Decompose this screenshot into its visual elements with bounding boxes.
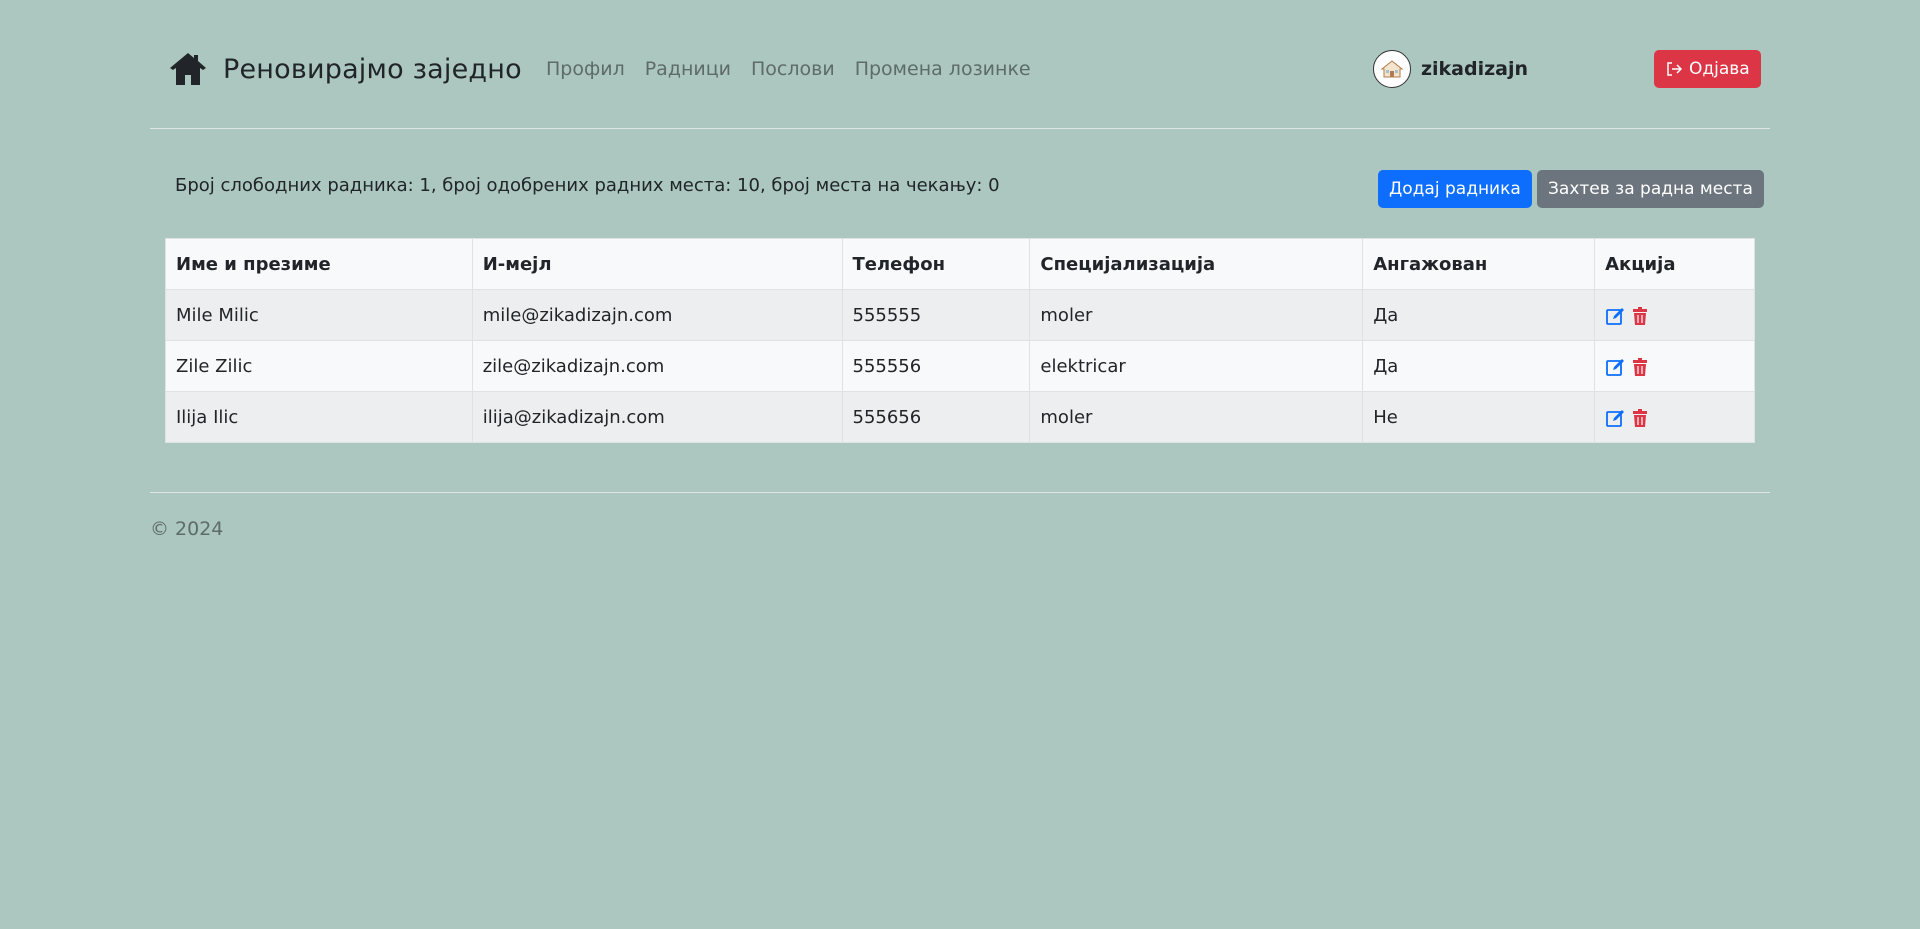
page-container: Реновирајмо заједно Профил Радници Посло… [150, 0, 1770, 540]
cell-email: ilija@zikadizajn.com [471, 391, 843, 443]
logout-label: Одјава [1689, 59, 1750, 79]
cell-specialization: elektricar [1029, 340, 1364, 392]
cell-name: Zile Zilic [165, 340, 473, 392]
trash-icon[interactable] [1630, 408, 1650, 428]
avatar [1372, 50, 1411, 88]
cell-actions [1594, 289, 1755, 341]
cell-phone: 555556 [841, 340, 1031, 392]
edit-icon[interactable] [1605, 357, 1625, 377]
cell-phone: 555656 [841, 391, 1031, 443]
cell-email: mile@zikadizajn.com [471, 289, 843, 341]
cell-specialization: moler [1029, 391, 1364, 443]
table-row: Mile Milic mile@zikadizajn.com 555555 mo… [165, 289, 1755, 341]
header-email: И-мејл [471, 238, 843, 290]
cell-specialization: moler [1029, 289, 1364, 341]
brand-title: Реновирајмо заједно [223, 53, 522, 85]
header-engaged: Ангажован [1362, 238, 1596, 290]
footer-copyright: © 2024 [150, 518, 224, 540]
trash-icon[interactable] [1630, 306, 1650, 326]
nav-jobs[interactable]: Послови [751, 58, 835, 80]
cell-engaged: Не [1362, 391, 1596, 443]
cell-actions [1594, 340, 1755, 392]
cell-name: Ilija Ilic [165, 391, 473, 443]
brand-link[interactable]: Реновирајмо заједно [168, 49, 522, 89]
logout-button[interactable]: Одјава [1654, 50, 1761, 88]
cell-actions [1594, 391, 1755, 443]
header-name: Име и презиме [165, 238, 473, 290]
table-header-row: Име и презиме И-мејл Телефон Специјализа… [165, 238, 1755, 290]
add-worker-button[interactable]: Додај радника [1378, 170, 1532, 208]
table-row: Zile Zilic zile@zikadizajn.com 555556 el… [165, 340, 1755, 392]
workers-table: Име и презиме И-мејл Телефон Специјализа… [165, 238, 1755, 443]
username: zikadizajn [1420, 58, 1528, 80]
nav-workers[interactable]: Радници [645, 58, 731, 80]
footer-divider [150, 492, 1770, 493]
nav-profile[interactable]: Профил [546, 58, 625, 80]
cell-name: Mile Milic [165, 289, 473, 341]
logout-icon [1667, 62, 1683, 76]
edit-icon[interactable] [1605, 306, 1625, 326]
cell-email: zile@zikadizajn.com [471, 340, 843, 392]
header-phone: Телефон [841, 238, 1031, 290]
header: Реновирајмо заједно Профил Радници Посло… [150, 0, 1770, 129]
table-row: Ilija Ilic ilija@zikadizajn.com 555656 m… [165, 391, 1755, 443]
cell-phone: 555555 [841, 289, 1031, 341]
cell-engaged: Да [1362, 340, 1596, 392]
edit-icon[interactable] [1605, 408, 1625, 428]
header-action: Акција [1594, 238, 1755, 290]
trash-icon[interactable] [1630, 357, 1650, 377]
nav-change-password[interactable]: Промена лозинке [855, 58, 1031, 80]
house-icon [170, 53, 206, 85]
summary-section: Број слободних радника: 1, број одобрени… [150, 129, 1770, 239]
user-menu: zikadizajn [1372, 50, 1528, 88]
request-positions-button[interactable]: Захтев за радна места [1537, 170, 1764, 208]
cell-engaged: Да [1362, 289, 1596, 341]
house-avatar-icon [1380, 60, 1404, 78]
main-nav: Профил Радници Послови Промена лозинке [546, 58, 1031, 80]
header-specialization: Специјализација [1029, 238, 1364, 290]
summary-text: Број слободних радника: 1, број одобрени… [175, 175, 1000, 196]
